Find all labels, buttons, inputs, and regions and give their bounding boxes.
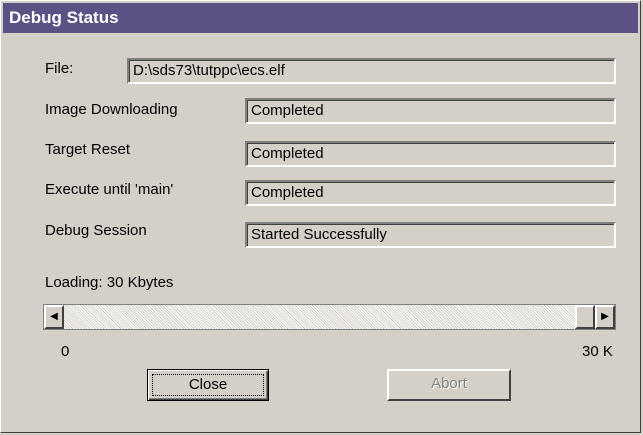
abort-button[interactable]: Abort bbox=[387, 369, 511, 401]
image-downloading-label: Image Downloading bbox=[45, 101, 178, 118]
window-title: Debug Status bbox=[3, 3, 638, 33]
loading-progress-slider[interactable]: ◀ ▶ bbox=[43, 304, 616, 330]
target-reset-status: Completed bbox=[245, 141, 616, 167]
debug-session-label: Debug Session bbox=[45, 222, 147, 239]
file-label: File: bbox=[45, 60, 74, 77]
progress-max-label: 30 K bbox=[582, 343, 613, 360]
arrow-left-icon[interactable]: ◀ bbox=[44, 305, 64, 329]
execute-main-label: Execute until 'main' bbox=[45, 181, 174, 198]
target-reset-label: Target Reset bbox=[45, 141, 131, 158]
loading-label: Loading: 30 Kbytes bbox=[45, 274, 174, 291]
debug-status-dialog: Debug Status File: D:\sds73\tutppc\ecs.e… bbox=[0, 0, 641, 433]
progress-min-label: 0 bbox=[61, 343, 70, 360]
close-button[interactable]: Close bbox=[147, 369, 269, 401]
close-button-label: Close bbox=[152, 374, 264, 396]
slider-thumb[interactable] bbox=[575, 305, 595, 329]
arrow-right-icon[interactable]: ▶ bbox=[595, 305, 615, 329]
image-downloading-status: Completed bbox=[245, 98, 616, 124]
file-field: D:\sds73\tutppc\ecs.elf bbox=[127, 58, 616, 84]
debug-session-status: Started Successfully bbox=[245, 222, 616, 248]
execute-main-status: Completed bbox=[245, 180, 616, 206]
